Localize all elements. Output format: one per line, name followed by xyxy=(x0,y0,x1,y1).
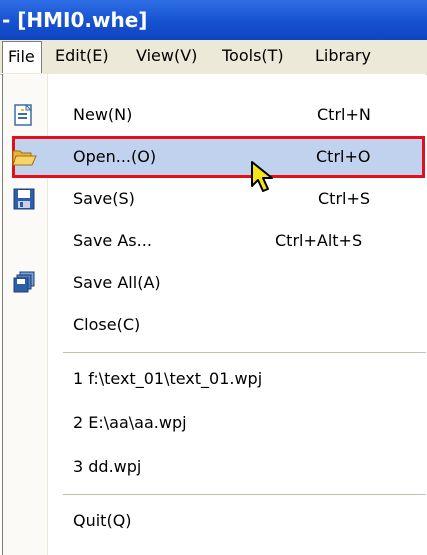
recent-file-item[interactable]: 2 E:\aa\aa.wpj xyxy=(3,402,426,444)
menu-item-save-shortcut: Ctrl+S xyxy=(318,189,371,208)
open-folder-icon xyxy=(11,145,37,169)
menu-item-quit[interactable]: Quit(Q) xyxy=(3,500,426,542)
menu-item-new-label: New(N) xyxy=(73,105,133,124)
menu-library[interactable]: Library xyxy=(315,41,371,71)
menu-separator xyxy=(63,494,426,495)
menu-bar: File Edit(E) View(V) Tools(T) Library xyxy=(0,40,427,75)
recent-file-item[interactable]: 3 dd.wpj xyxy=(3,446,426,488)
recent-file-label: 1 f:\text_01\text_01.wpj xyxy=(73,369,263,388)
recent-file-label: 3 dd.wpj xyxy=(73,457,142,476)
menu-item-save-as-label: Save As... xyxy=(73,231,152,250)
menu-edit[interactable]: Edit(E) xyxy=(55,41,109,71)
menu-item-open[interactable]: Open...(O) Ctrl+O xyxy=(3,136,426,178)
menu-file-label: File xyxy=(8,47,35,66)
recent-file-label: 2 E:\aa\aa.wpj xyxy=(73,413,187,432)
menu-separator xyxy=(63,352,426,353)
menu-item-new-shortcut: Ctrl+N xyxy=(317,105,371,124)
menu-item-open-label: Open...(O) xyxy=(73,147,157,166)
menu-item-save-all[interactable]: Save All(A) xyxy=(3,262,426,304)
menu-item-save-as[interactable]: Save As... Ctrl+Alt+S xyxy=(3,220,426,262)
menu-view[interactable]: View(V) xyxy=(136,41,197,71)
window-title: - [HMI0.whe] xyxy=(2,8,148,32)
save-all-icon xyxy=(11,271,37,295)
title-bar: - [HMI0.whe] xyxy=(0,0,427,40)
menu-item-save-all-label: Save All(A) xyxy=(73,273,161,292)
menu-file[interactable]: File xyxy=(2,41,42,73)
save-disk-icon xyxy=(11,187,37,211)
mouse-pointer-icon xyxy=(250,160,280,194)
menu-item-quit-label: Quit(Q) xyxy=(73,511,132,530)
menu-item-save[interactable]: Save(S) Ctrl+S xyxy=(3,178,426,220)
recent-file-item[interactable]: 1 f:\text_01\text_01.wpj xyxy=(3,358,426,400)
menu-tools[interactable]: Tools(T) xyxy=(222,41,284,71)
menu-item-save-label: Save(S) xyxy=(73,189,135,208)
menu-item-save-as-shortcut: Ctrl+Alt+S xyxy=(275,231,363,250)
screenshot: - [HMI0.whe] File Edit(E) View(V) Tools(… xyxy=(0,0,427,555)
new-file-icon xyxy=(11,103,37,127)
menu-item-close[interactable]: Close(C) xyxy=(3,304,426,346)
menu-item-close-label: Close(C) xyxy=(73,315,141,334)
menu-item-new[interactable]: New(N) Ctrl+N xyxy=(3,94,426,136)
file-menu-dropdown: New(N) Ctrl+N Open...(O) Ctrl+O Save(S) … xyxy=(2,74,426,555)
menu-item-open-shortcut: Ctrl+O xyxy=(316,147,371,166)
